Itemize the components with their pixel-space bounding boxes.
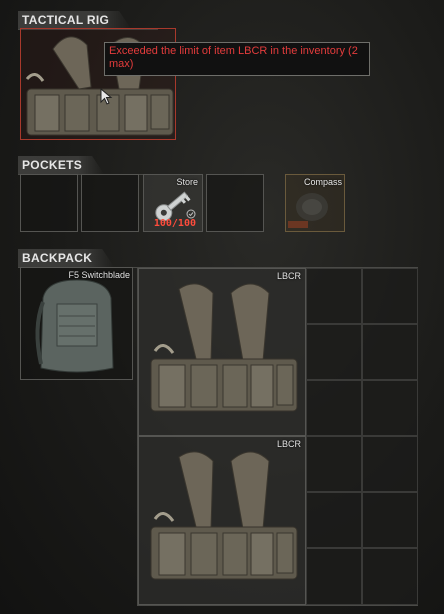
pocket-slot-1[interactable] <box>20 174 78 232</box>
pocket-slot-4[interactable] <box>206 174 264 232</box>
backpack-image <box>35 279 114 373</box>
grid-cell[interactable] <box>362 436 418 492</box>
compass-icon <box>288 193 328 228</box>
backpack-slot[interactable]: F5 Switchblade <box>20 267 133 380</box>
section-label-backpack: BACKPACK <box>18 249 114 267</box>
grid-cell[interactable] <box>362 380 418 436</box>
grid-cell[interactable] <box>306 436 362 492</box>
grid-cell[interactable] <box>306 492 362 548</box>
lbcr-image <box>150 451 298 580</box>
grid-cell[interactable] <box>362 548 418 605</box>
pocket-slot-3[interactable]: Store 100/100 <box>143 174 203 232</box>
special-slot-compass[interactable]: Compass <box>285 174 345 232</box>
lbcr-item[interactable]: LBCR <box>138 436 306 605</box>
pocket-slot-2[interactable] <box>81 174 139 232</box>
grid-cell[interactable] <box>306 380 362 436</box>
section-label-tactical-rig: TACTICAL RIG <box>18 11 131 29</box>
item-counter: 100/100 <box>153 218 196 229</box>
grid-cell[interactable] <box>306 268 362 324</box>
grid-cell[interactable] <box>362 324 418 380</box>
grid-cell[interactable] <box>306 548 362 605</box>
grid-cell[interactable] <box>306 324 362 380</box>
lbcr-item[interactable]: LBCR <box>138 268 306 436</box>
backpack-grid: LBCR LBCR <box>137 267 418 606</box>
section-label-pockets: POCKETS <box>18 156 104 174</box>
grid-cell[interactable] <box>362 492 418 548</box>
error-tooltip: Exceeded the limit of item LBCR in the i… <box>104 42 370 76</box>
lbcr-image <box>150 283 298 412</box>
mouse-cursor-icon <box>100 88 113 105</box>
grid-cell[interactable] <box>362 268 418 324</box>
